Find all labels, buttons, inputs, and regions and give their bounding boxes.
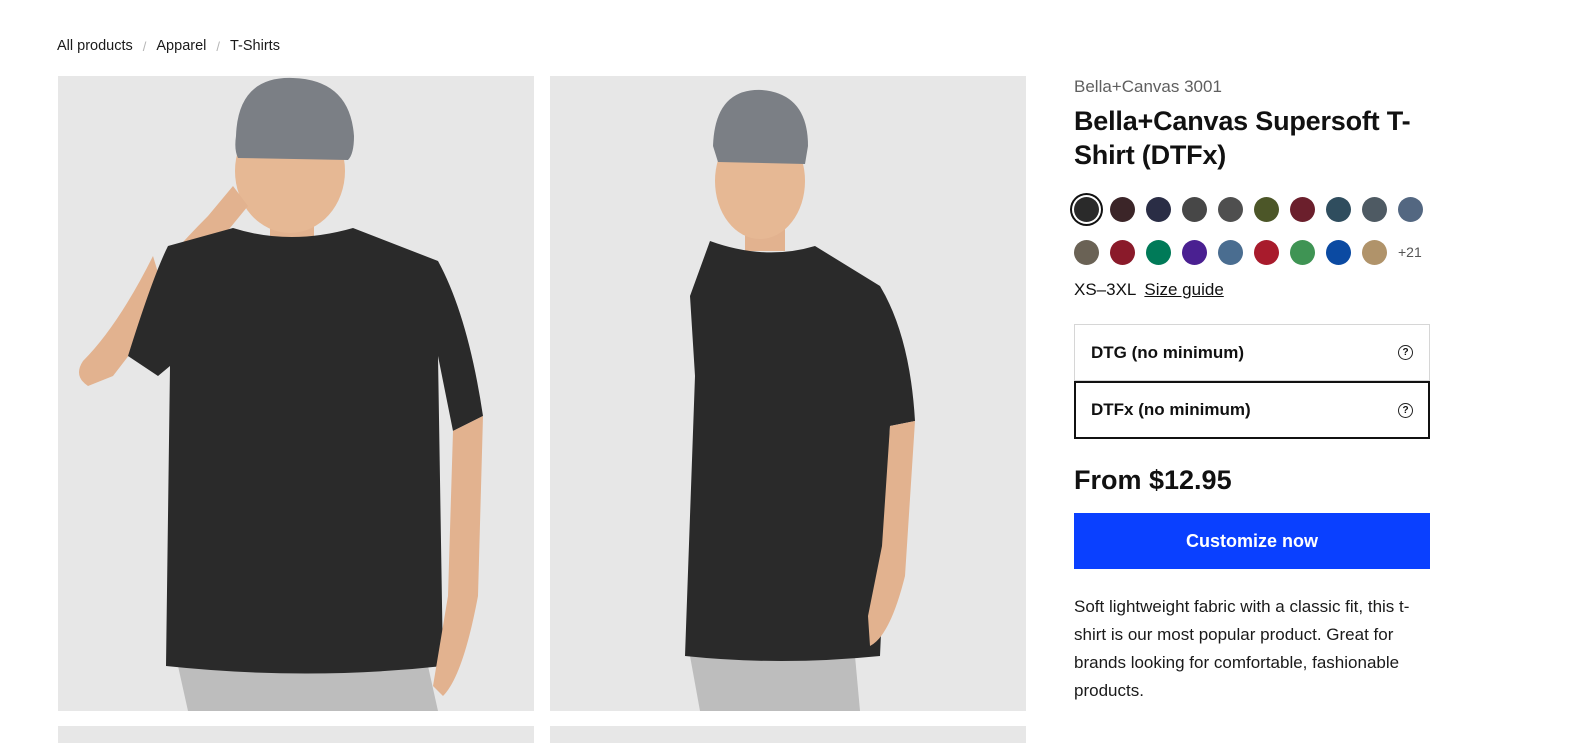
color-swatch[interactable] xyxy=(1218,196,1243,222)
customize-now-button[interactable]: Customize now xyxy=(1074,513,1430,569)
color-swatch[interactable] xyxy=(1074,196,1099,222)
product-image-third[interactable] xyxy=(58,726,534,743)
size-guide-link[interactable]: Size guide xyxy=(1144,280,1223,300)
breadcrumb: All products / Apparel / T-Shirts xyxy=(57,38,280,54)
color-swatch[interactable] xyxy=(1074,239,1099,265)
product-image-front[interactable] xyxy=(58,76,534,711)
product-title: Bella+Canvas Supersoft T-Shirt (DTFx) xyxy=(1074,106,1411,170)
breadcrumb-separator: / xyxy=(216,38,220,54)
color-swatch[interactable] xyxy=(1398,196,1423,222)
print-option-label: DTG (no minimum) xyxy=(1091,342,1244,362)
help-icon[interactable]: ? xyxy=(1398,345,1413,360)
model-side-illustration xyxy=(685,89,915,711)
product-info: Bella+Canvas 3001 Bella+Canvas Supersoft… xyxy=(1074,76,1430,705)
color-swatch[interactable] xyxy=(1362,239,1387,265)
breadcrumb-t-shirts[interactable]: T-Shirts xyxy=(230,38,280,54)
color-swatch[interactable] xyxy=(1182,196,1207,222)
breadcrumb-all-products[interactable]: All products xyxy=(57,38,133,54)
print-option-dtg[interactable]: DTG (no minimum) ? xyxy=(1074,324,1430,381)
color-swatch[interactable] xyxy=(1146,239,1171,265)
product-image-side[interactable] xyxy=(550,76,1026,711)
help-icon[interactable]: ? xyxy=(1398,402,1413,418)
color-swatch[interactable] xyxy=(1326,239,1351,265)
color-swatch[interactable] xyxy=(1110,196,1135,222)
color-swatch[interactable] xyxy=(1146,196,1171,222)
model-front-illustration xyxy=(79,77,483,711)
color-swatch[interactable] xyxy=(1362,196,1387,222)
color-swatch[interactable] xyxy=(1110,239,1135,265)
color-swatch[interactable] xyxy=(1290,239,1315,265)
color-swatch[interactable] xyxy=(1326,196,1351,222)
breadcrumb-separator: / xyxy=(142,38,147,54)
print-option-dtfx[interactable]: DTFx (no minimum) ? xyxy=(1074,381,1430,439)
product-image-fourth[interactable] xyxy=(550,726,1026,743)
product-brand-line: Bella+Canvas 3001 xyxy=(1074,77,1222,96)
color-swatch[interactable] xyxy=(1254,239,1279,265)
print-method-options: DTG (no minimum) ? DTFx (no minimum) ? xyxy=(1074,324,1430,439)
product-description: Soft lightweight fabric with a classic f… xyxy=(1074,597,1410,700)
swatch-row xyxy=(1074,194,1434,224)
color-swatches: +21 xyxy=(1074,194,1434,267)
breadcrumb-apparel[interactable]: Apparel xyxy=(156,38,206,54)
size-range: XS–3XL Size guide xyxy=(1074,280,1430,300)
more-colors-count[interactable]: +21 xyxy=(1398,244,1422,260)
color-swatch[interactable] xyxy=(1218,239,1243,265)
product-price: From $12.95 xyxy=(1074,465,1232,495)
print-option-label: DTFx (no minimum) xyxy=(1091,400,1251,419)
color-swatch[interactable] xyxy=(1290,196,1315,222)
color-swatch[interactable] xyxy=(1254,196,1279,222)
color-swatch[interactable] xyxy=(1182,239,1207,265)
swatch-row: +21 xyxy=(1074,237,1434,267)
size-range-text: XS–3XL xyxy=(1074,280,1137,299)
